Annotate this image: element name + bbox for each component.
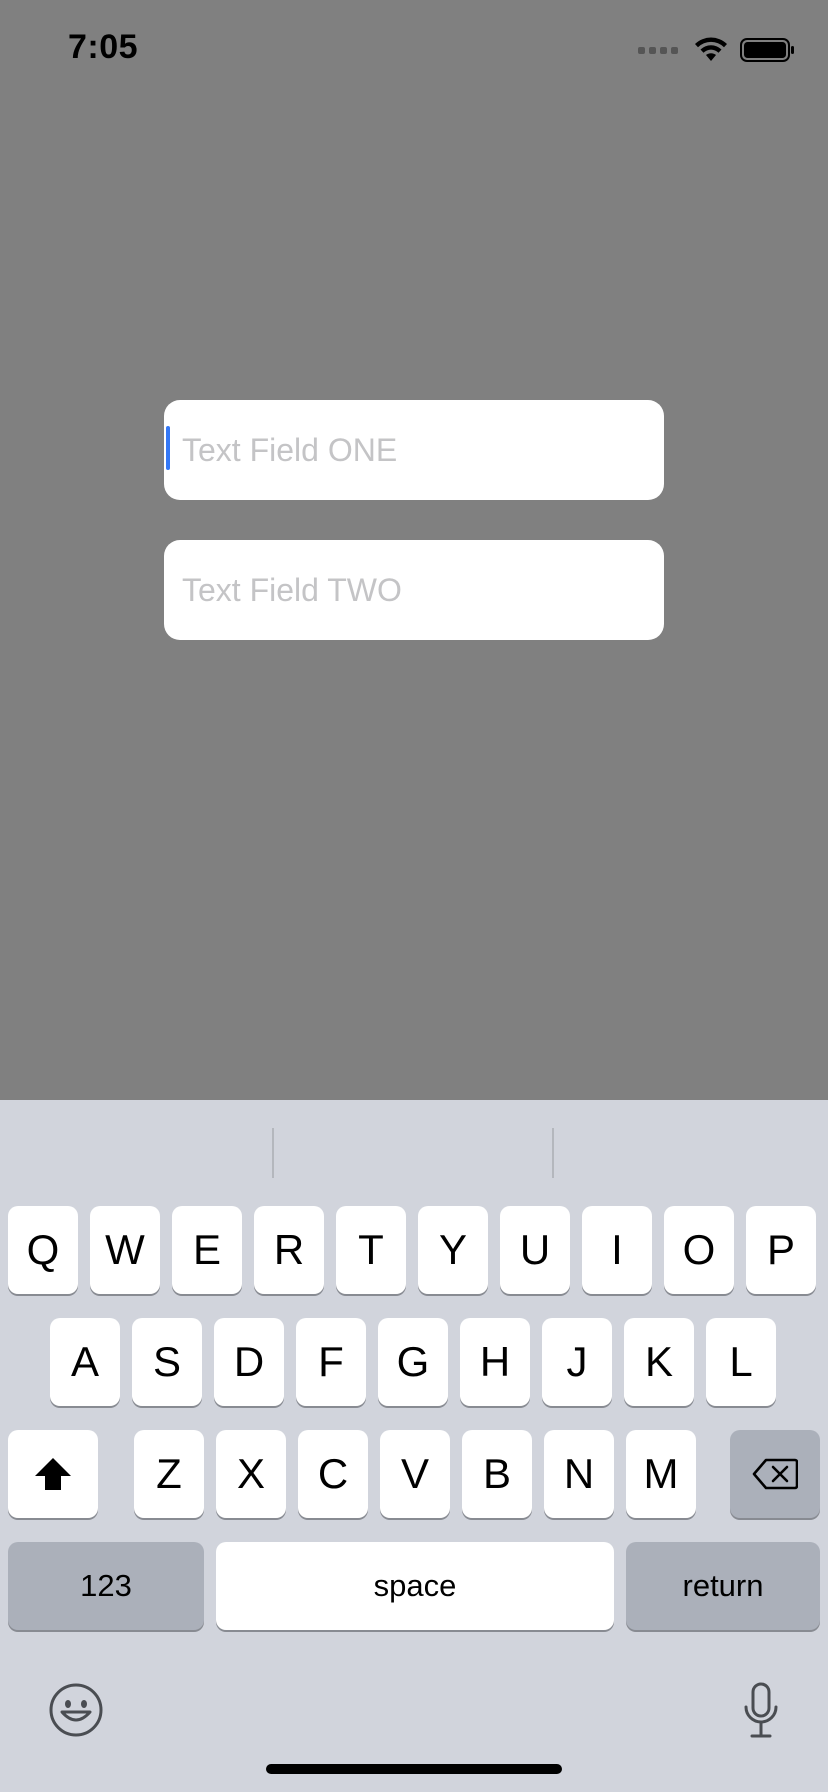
key-t[interactable]: T xyxy=(336,1206,406,1294)
app-screen: 7:05 Text Field ONE Text Field TWO QWERT… xyxy=(0,0,828,1792)
numbers-key[interactable]: 123 xyxy=(8,1542,204,1630)
key-k[interactable]: K xyxy=(624,1318,694,1406)
text-field-two[interactable]: Text Field TWO xyxy=(164,540,664,640)
key-i[interactable]: I xyxy=(582,1206,652,1294)
shift-key[interactable] xyxy=(8,1430,98,1518)
space-key[interactable]: space xyxy=(216,1542,614,1630)
key-v[interactable]: V xyxy=(380,1430,450,1518)
key-l[interactable]: L xyxy=(706,1318,776,1406)
key-o[interactable]: O xyxy=(664,1206,734,1294)
key-y[interactable]: Y xyxy=(418,1206,488,1294)
predictive-divider xyxy=(552,1128,554,1178)
predictive-divider xyxy=(272,1128,274,1178)
key-u[interactable]: U xyxy=(500,1206,570,1294)
text-field-two-placeholder: Text Field TWO xyxy=(182,571,402,608)
keyboard: QWERTYUIOP ASDFGHJKL ZXCVBNM 123 space r… xyxy=(0,1100,828,1792)
key-d[interactable]: D xyxy=(214,1318,284,1406)
return-key[interactable]: return xyxy=(626,1542,820,1630)
shift-arrow-icon xyxy=(35,1458,71,1490)
text-cursor xyxy=(166,426,170,470)
key-z[interactable]: Z xyxy=(134,1430,204,1518)
key-e[interactable]: E xyxy=(172,1206,242,1294)
key-q[interactable]: Q xyxy=(8,1206,78,1294)
wifi-icon xyxy=(695,37,727,61)
backspace-icon xyxy=(752,1458,798,1490)
key-p[interactable]: P xyxy=(746,1206,816,1294)
emoji-icon xyxy=(49,1683,103,1737)
text-field-one[interactable]: Text Field ONE xyxy=(164,400,664,500)
key-j[interactable]: J xyxy=(542,1318,612,1406)
key-c[interactable]: C xyxy=(298,1430,368,1518)
cellular-signal-icon xyxy=(638,46,678,54)
key-a[interactable]: A xyxy=(50,1318,120,1406)
battery-icon xyxy=(740,38,794,62)
key-x[interactable]: X xyxy=(216,1430,286,1518)
status-icons xyxy=(638,34,796,66)
dictation-button[interactable] xyxy=(736,1678,786,1744)
key-n[interactable]: N xyxy=(544,1430,614,1518)
home-indicator xyxy=(266,1764,562,1774)
key-r[interactable]: R xyxy=(254,1206,324,1294)
text-field-one-placeholder: Text Field ONE xyxy=(182,431,398,468)
key-f[interactable]: F xyxy=(296,1318,366,1406)
key-h[interactable]: H xyxy=(460,1318,530,1406)
emoji-button[interactable] xyxy=(46,1680,106,1740)
microphone-icon xyxy=(744,1682,778,1738)
key-s[interactable]: S xyxy=(132,1318,202,1406)
status-time: 7:05 xyxy=(68,28,139,66)
delete-key[interactable] xyxy=(730,1430,820,1518)
key-m[interactable]: M xyxy=(626,1430,696,1518)
predictive-text-bar[interactable] xyxy=(0,1100,828,1200)
key-w[interactable]: W xyxy=(90,1206,160,1294)
key-b[interactable]: B xyxy=(462,1430,532,1518)
key-g[interactable]: G xyxy=(378,1318,448,1406)
